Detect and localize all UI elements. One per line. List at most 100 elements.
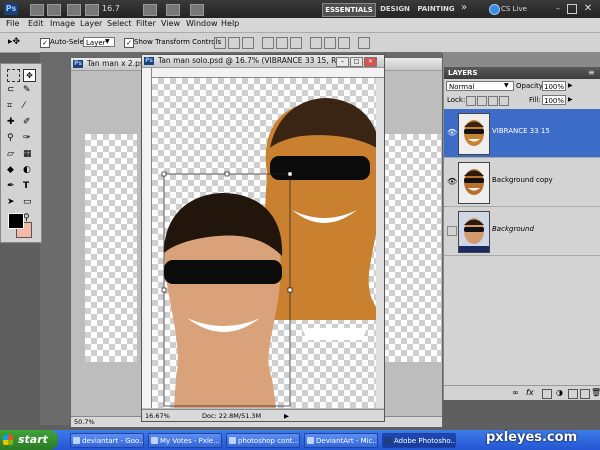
foreground-color-swatch[interactable] xyxy=(8,213,24,229)
crop-tool-icon[interactable]: ⌗ xyxy=(7,101,18,112)
workspace-design[interactable]: DESIGN xyxy=(378,3,412,15)
menu-layer[interactable]: Layer xyxy=(80,19,102,28)
doc-close-button[interactable]: ✕ xyxy=(364,57,377,67)
fill-input[interactable]: 100% xyxy=(542,95,566,105)
taskbar-item-photoshop-contest[interactable]: photoshop cont... xyxy=(226,433,300,448)
taskbar-item-adobe-photoshop[interactable]: Adobe Photosho... xyxy=(382,433,456,448)
document-window-tan-man-solo[interactable]: Ps Tan man solo.psd @ 16.7% (VIBRANCE 33… xyxy=(141,54,385,422)
lasso-tool-icon[interactable]: ⊂ xyxy=(7,85,18,96)
horizontal-ruler[interactable] xyxy=(142,68,384,78)
fill-slider-arrow-icon[interactable]: ▶ xyxy=(568,96,573,103)
new-group-icon[interactable] xyxy=(568,389,578,399)
arrange-documents-icon[interactable] xyxy=(166,4,180,16)
vertical-scrollbar[interactable] xyxy=(376,78,384,408)
screen-mode-icon[interactable] xyxy=(190,4,204,16)
layer-visibility-eye-icon[interactable]: 👁 xyxy=(447,177,457,186)
zoom-readout[interactable]: 16.67% xyxy=(145,412,170,420)
lock-image-pixels-icon[interactable] xyxy=(477,96,487,106)
cslive-menu[interactable]: CS Live xyxy=(501,3,541,15)
zoom-level-dropdown[interactable]: 16.7 xyxy=(102,4,132,14)
layers-tab[interactable]: LAYERS xyxy=(448,69,478,77)
menu-file[interactable]: File xyxy=(6,19,19,28)
menu-image[interactable]: Image xyxy=(50,19,75,28)
layer-row-vibrance[interactable]: 👁 VIBRANCE 33 15 xyxy=(444,109,600,158)
minimize-button[interactable]: – xyxy=(553,4,563,14)
start-button[interactable]: start xyxy=(0,430,58,450)
lock-position-icon[interactable] xyxy=(488,96,498,106)
workspace-overflow-icon[interactable]: » xyxy=(461,2,473,14)
eyedropper-tool-icon[interactable]: ⁄ xyxy=(23,101,34,112)
restore-button[interactable] xyxy=(567,4,577,14)
status-bar: 16.67% Doc: 22.8M/51.3M ▶ xyxy=(142,409,384,421)
eraser-tool-icon[interactable]: ▱ xyxy=(7,149,18,160)
move-tool-preset-icon[interactable]: ▸✥ xyxy=(8,37,26,48)
taskbar-item-my-votes[interactable]: My Votes - Pxle... xyxy=(148,433,222,448)
vertical-ruler[interactable] xyxy=(142,68,152,408)
status-menu-arrow-icon[interactable]: ▶ xyxy=(284,412,289,420)
add-mask-icon[interactable] xyxy=(542,389,552,399)
layer-row-background-copy[interactable]: 👁 Background copy xyxy=(444,158,600,207)
panel-menu-icon[interactable]: ≡ xyxy=(588,68,595,77)
new-layer-icon[interactable] xyxy=(580,389,590,399)
taskbar-item-deviantart-google[interactable]: deviantart - Goo... xyxy=(70,433,144,448)
lock-all-icon[interactable] xyxy=(499,96,509,106)
dodge-tool-icon[interactable]: ◐ xyxy=(23,165,34,176)
distribute-top-icon[interactable] xyxy=(310,37,322,49)
distribute-bottom-icon[interactable] xyxy=(338,37,350,49)
auto-select-checkbox[interactable]: ✓ xyxy=(40,38,50,48)
taskbar-item-deviantart-microsoft[interactable]: DeviantArt - Mic... xyxy=(304,433,378,448)
mini-bridge-icon[interactable] xyxy=(47,4,61,16)
pen-tool-icon[interactable]: ✒ xyxy=(7,181,18,192)
healing-brush-tool-icon[interactable]: ✚ xyxy=(7,117,18,128)
auto-align-icon[interactable] xyxy=(358,37,370,49)
doc-minimize-button[interactable]: – xyxy=(336,57,349,67)
document-title: Tan man x 2.psd xyxy=(87,59,149,68)
history-brush-tool-icon[interactable]: ✑ xyxy=(23,133,34,144)
align-horizontal-center-icon[interactable] xyxy=(276,37,288,49)
layer-style-icon[interactable]: fx xyxy=(526,388,534,397)
shape-tool-icon[interactable]: ▭ xyxy=(23,197,34,208)
quick-select-tool-icon[interactable]: ✎ xyxy=(23,85,34,96)
zoom-readout[interactable]: 50.7% xyxy=(74,418,95,426)
hand-tool-icon[interactable] xyxy=(85,4,99,16)
layer-name: Background xyxy=(492,225,534,233)
distribute-center-icon[interactable] xyxy=(324,37,336,49)
guides-icon[interactable] xyxy=(67,4,81,16)
layer-row-background[interactable]: Background xyxy=(444,207,600,256)
align-top-icon[interactable] xyxy=(214,37,226,49)
menu-edit[interactable]: Edit xyxy=(28,19,44,28)
document-canvas[interactable] xyxy=(152,78,377,408)
delete-layer-icon[interactable]: 🗑 xyxy=(591,388,600,397)
path-select-tool-icon[interactable]: ➤ xyxy=(7,197,18,208)
opacity-input[interactable]: 100% xyxy=(542,81,566,91)
align-bottom-icon[interactable] xyxy=(242,37,254,49)
type-tool-icon[interactable]: T xyxy=(23,181,34,192)
brush-tool-icon[interactable]: ✐ xyxy=(23,117,34,128)
lock-transparent-pixels-icon[interactable] xyxy=(466,96,476,106)
clone-stamp-tool-icon[interactable]: ⚲ xyxy=(7,133,18,144)
menu-help[interactable]: Help xyxy=(221,19,239,28)
blur-tool-icon[interactable]: ◆ xyxy=(7,165,18,176)
opacity-slider-arrow-icon[interactable]: ▶ xyxy=(568,82,573,89)
layer-visibility-eye-icon[interactable]: 👁 xyxy=(447,128,457,137)
adjustment-layer-icon[interactable]: ◑ xyxy=(556,388,563,397)
close-button[interactable]: ✕ xyxy=(582,3,594,15)
marquee-tool-icon[interactable] xyxy=(7,69,20,82)
workspace-painting[interactable]: PAINTING xyxy=(416,3,456,15)
link-layers-icon[interactable]: ∞ xyxy=(512,388,519,397)
align-right-icon[interactable] xyxy=(290,37,302,49)
layer-visibility-empty-box[interactable] xyxy=(447,226,457,236)
menu-select[interactable]: Select xyxy=(107,19,132,28)
show-transform-checkbox[interactable]: ✓ xyxy=(124,38,134,48)
workspace-essentials[interactable]: ESSENTIALS xyxy=(322,3,376,17)
menu-window[interactable]: Window xyxy=(186,19,218,28)
gradient-tool-icon[interactable]: ▦ xyxy=(23,149,34,160)
menu-filter[interactable]: Filter xyxy=(136,19,156,28)
bridge-icon[interactable] xyxy=(30,4,44,16)
align-vertical-center-icon[interactable] xyxy=(228,37,240,49)
doc-maximize-button[interactable]: □ xyxy=(350,57,363,67)
move-tool-icon[interactable]: ✥ xyxy=(23,69,36,82)
menu-view[interactable]: View xyxy=(161,19,180,28)
align-left-icon[interactable] xyxy=(262,37,274,49)
rotate-view-icon[interactable] xyxy=(143,4,157,16)
